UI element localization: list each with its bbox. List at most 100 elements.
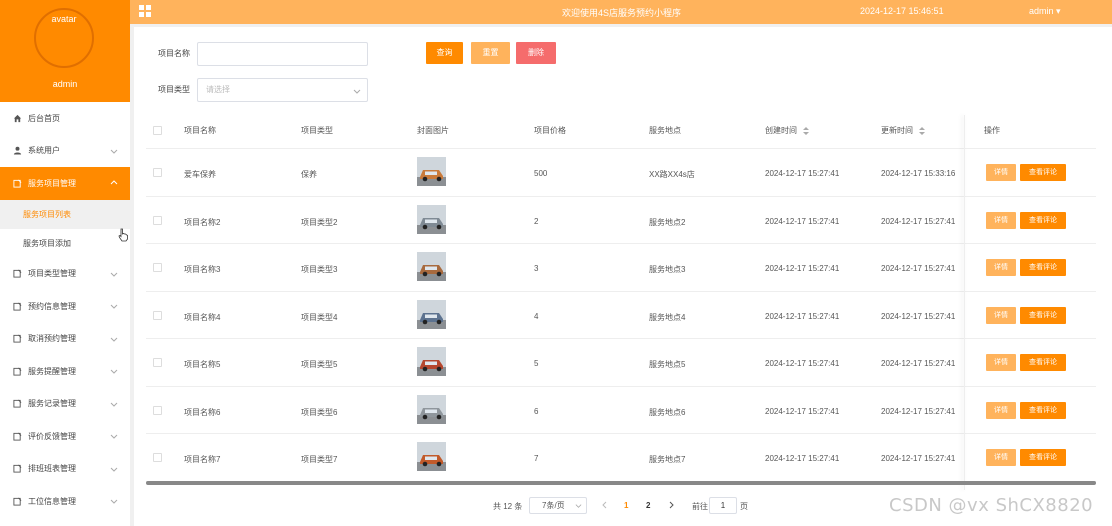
view-reviews-button[interactable]: 查看评论 — [1020, 449, 1066, 466]
fixed-column-divider — [964, 115, 965, 490]
sidebar-item-users[interactable]: 系统用户 — [0, 134, 130, 167]
cover-image[interactable] — [417, 204, 446, 234]
detail-button[interactable]: 详情 — [986, 306, 1016, 324]
sidebar-item-appointment[interactable]: 预约信息管理 — [0, 290, 130, 323]
select-all-checkbox[interactable] — [153, 126, 162, 135]
project-type-select[interactable]: 请选择 — [197, 78, 368, 102]
horizontal-scrollbar[interactable] — [146, 481, 1096, 485]
car-thumbnail-icon — [417, 252, 446, 281]
detail-button[interactable]: 详情 — [986, 354, 1016, 371]
row-checkbox[interactable] — [153, 215, 162, 225]
col-header-location: 服务地点 — [649, 126, 681, 135]
sidebar-item-service-items[interactable]: 服务项目管理 — [0, 167, 130, 200]
watermark: CSDN @vx ShCX8820 — [889, 495, 1094, 516]
col-header-type: 项目类型 — [301, 126, 333, 135]
detail-button[interactable]: 详情 — [986, 401, 1016, 419]
sort-icon[interactable] — [919, 126, 926, 135]
chevron-left-icon[interactable] — [601, 501, 609, 509]
page-size-value: 7条/页 — [542, 501, 565, 510]
cell-name: 项目名称4 — [184, 312, 221, 322]
cell-location: 服务地点3 — [649, 265, 686, 274]
chevron-down-icon — [110, 149, 118, 154]
goto-page-input[interactable]: 1 — [709, 497, 737, 514]
cover-image[interactable] — [417, 252, 446, 281]
view-reviews-button[interactable]: 查看评论 — [1020, 401, 1066, 419]
col-header-name: 项目名称 — [184, 126, 216, 135]
chevron-down-icon — [110, 369, 118, 374]
page-size-select[interactable]: 7条/页 — [529, 497, 587, 514]
sidebar-item-label: 项目类型管理 — [28, 269, 76, 279]
sidebar-subitem-label: 服务项目添加 — [23, 238, 71, 248]
page-number[interactable]: 2 — [646, 501, 650, 510]
cover-image[interactable] — [417, 394, 446, 424]
hand-cursor-icon — [118, 228, 128, 242]
car-thumbnail-icon — [417, 442, 446, 471]
avatar[interactable]: avatar — [34, 8, 94, 68]
chevron-right-icon[interactable] — [667, 501, 675, 509]
user-dropdown[interactable]: admin ▾ — [1029, 6, 1061, 17]
sidebar-item-label: 系统用户 — [28, 146, 60, 156]
table-row: 项目名称5 项目类型5 5 服务地点5 2024-12-17 15:27:41 2024-… — [146, 339, 1096, 387]
sort-icon[interactable] — [803, 126, 810, 135]
table-row: 项目名称2 项目类型2 2 服务地点2 2024-12-17 15:27:41 2024-… — [146, 197, 1096, 244]
sidebar-item-cancel[interactable]: 取消预约管理 — [0, 322, 130, 355]
row-checkbox[interactable] — [153, 310, 162, 320]
page-number-current[interactable]: 1 — [624, 501, 628, 510]
detail-button[interactable]: 详情 — [986, 164, 1016, 181]
detail-button[interactable]: 详情 — [986, 449, 1016, 466]
sidebar-subitem-service-add[interactable]: 服务项目添加 — [0, 228, 130, 258]
cell-created: 2024-12-17 15:27:41 — [765, 169, 840, 178]
table-body: 爱车保养 保养 500 XX路XX4s店 2024-12-17 15:27:41 2024… — [146, 149, 1096, 482]
col-header-image: 封面图片 — [417, 126, 449, 135]
sidebar-item-workstation[interactable]: 工位信息管理 — [0, 485, 130, 518]
query-button[interactable]: 查询 — [426, 42, 463, 64]
row-checkbox[interactable] — [153, 358, 162, 367]
cover-image[interactable] — [417, 299, 446, 329]
col-header-updated[interactable]: 更新时间 — [881, 125, 926, 136]
reset-button[interactable]: 重置 — [471, 42, 510, 64]
home-icon — [13, 114, 22, 122]
sidebar-item-label: 后台首页 — [28, 113, 60, 123]
grid-menu-icon[interactable] — [139, 5, 151, 17]
cell-created: 2024-12-17 15:27:41 — [765, 264, 840, 273]
delete-button[interactable]: 删除 — [516, 42, 556, 64]
document-icon — [13, 179, 22, 188]
sidebar-subitem-service-list[interactable]: 服务项目列表 — [0, 199, 130, 229]
cover-image[interactable] — [417, 157, 446, 186]
cell-price: 500 — [534, 169, 548, 178]
sidebar-item-home[interactable]: 后台首页 — [0, 102, 130, 135]
row-checkbox[interactable] — [153, 453, 162, 462]
cover-image[interactable] — [417, 442, 446, 471]
view-reviews-button[interactable]: 查看评论 — [1020, 306, 1066, 324]
sidebar-item-schedule[interactable]: 排班班表管理 — [0, 452, 130, 485]
cell-price: 4 — [534, 311, 539, 321]
cell-type: 保养 — [301, 170, 317, 179]
cell-location: 服务地点4 — [649, 312, 686, 322]
view-reviews-button[interactable]: 查看评论 — [1020, 354, 1066, 371]
cell-location: 服务地点2 — [649, 217, 686, 227]
sidebar-item-feedback[interactable]: 评价反馈管理 — [0, 420, 130, 453]
cell-updated: 2024-12-17 15:27:41 — [881, 359, 956, 368]
row-checkbox[interactable] — [153, 405, 162, 415]
view-reviews-button[interactable]: 查看评论 — [1020, 164, 1066, 181]
sidebar-item-project-type[interactable]: 项目类型管理 — [0, 257, 130, 290]
table-row: 项目名称7 项目类型7 7 服务地点7 2024-12-17 15:27:41 2024-… — [146, 434, 1096, 482]
chevron-down-icon — [110, 402, 118, 407]
view-reviews-button[interactable]: 查看评论 — [1020, 259, 1066, 276]
cover-image[interactable] — [417, 347, 446, 376]
car-thumbnail-icon — [417, 299, 446, 329]
col-header-created[interactable]: 创建时间 — [765, 125, 810, 136]
cell-created: 2024-12-17 15:27:41 — [765, 359, 840, 368]
table-row: 爱车保养 保养 500 XX路XX4s店 2024-12-17 15:27:41 2024… — [146, 149, 1096, 197]
project-name-input[interactable] — [197, 42, 368, 66]
detail-button[interactable]: 详情 — [986, 259, 1016, 276]
sidebar-item-label: 服务记录管理 — [28, 399, 76, 409]
sidebar-item-label: 评价反馈管理 — [28, 431, 76, 441]
sidebar-item-reminder[interactable]: 服务提醒管理 — [0, 355, 130, 388]
main-panel: 项目名称 查询 重置 删除 项目类型 请选择 项目名称 项目类型 封面图片 项目… — [134, 27, 1112, 526]
row-checkbox[interactable] — [153, 168, 162, 177]
sidebar-item-records[interactable]: 服务记录管理 — [0, 387, 130, 420]
row-checkbox[interactable] — [153, 263, 162, 272]
detail-button[interactable]: 详情 — [986, 211, 1016, 229]
view-reviews-button[interactable]: 查看评论 — [1020, 211, 1066, 229]
